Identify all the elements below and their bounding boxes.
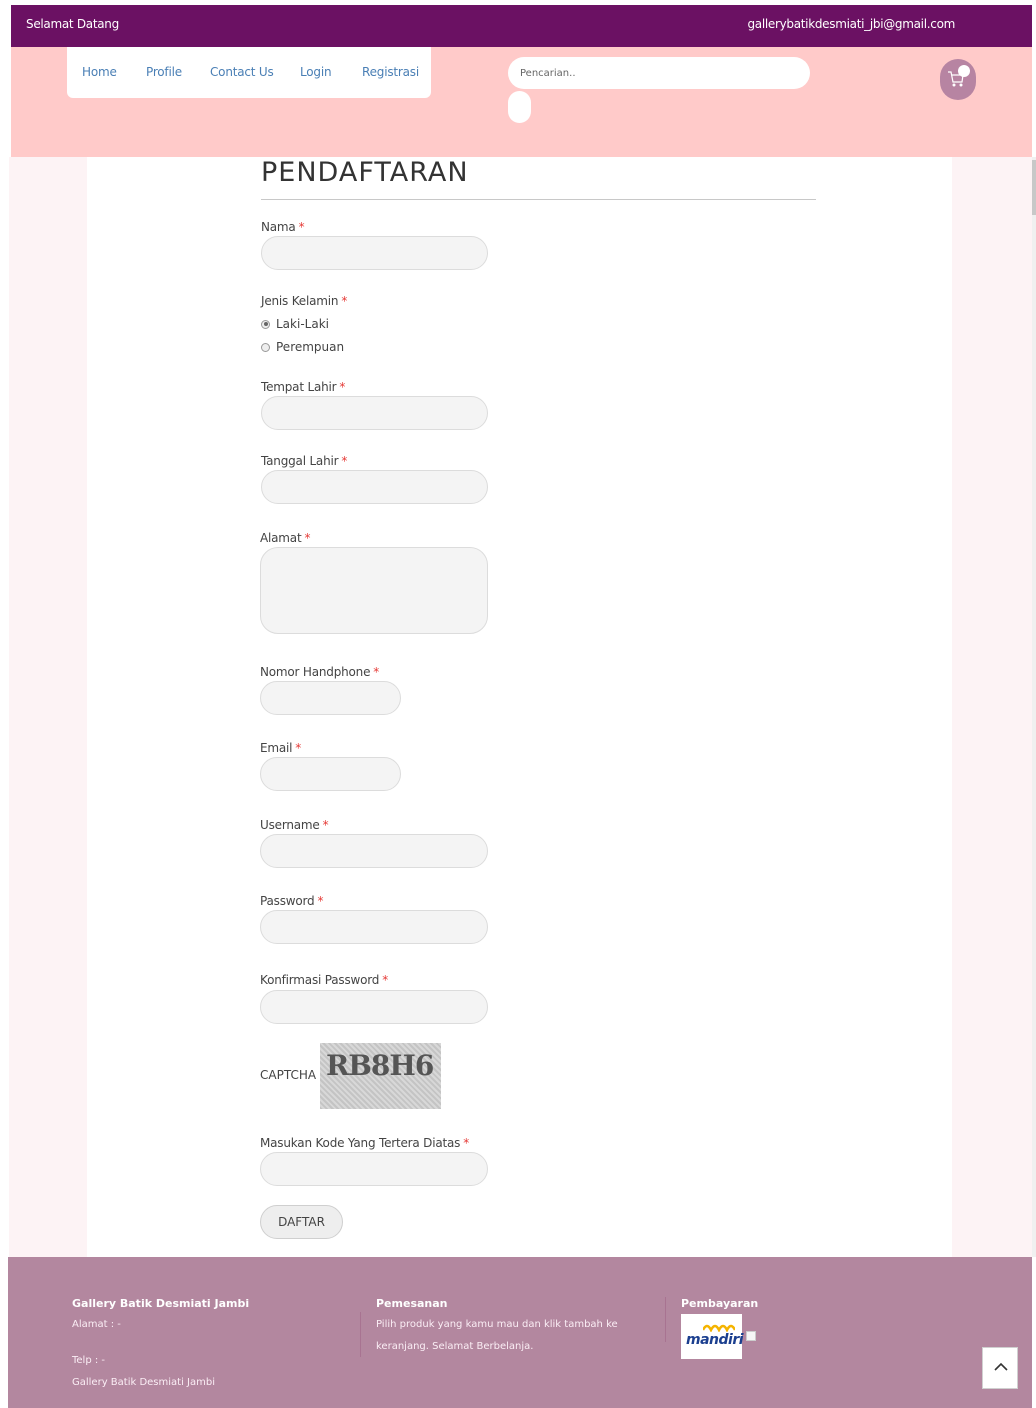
username-input[interactable] [260,834,488,868]
tempat-lahir-input[interactable] [261,396,488,430]
page-title: PENDAFTARAN [261,157,469,188]
footer-divider-1 [360,1312,361,1357]
password-input[interactable] [260,910,488,944]
radio-perempuan[interactable] [261,342,270,352]
footer-name: Gallery Batik Desmiati Jambi [72,1377,215,1388]
search-button[interactable] [508,91,531,123]
scrollbar-thumb[interactable] [1032,160,1036,215]
mandiri-logo-text: mandiri [686,1332,744,1348]
main-nav: Home Profile Contact Us Login Registrasi [67,47,431,98]
gender-option-laki[interactable]: Laki-Laki [261,317,329,331]
tanggal-lahir-input[interactable] [261,470,488,504]
nav-home-link[interactable]: Home [82,65,117,79]
email-label: Email * [260,741,302,755]
decorative-background-left [9,157,87,1257]
nav-registrasi-link[interactable]: Registrasi [362,65,419,79]
search-input[interactable] [508,57,810,89]
cart-badge [958,65,970,77]
contact-email: gallerybatikdesmiati_jbi@gmail.com [747,17,955,31]
alamat-label: Alamat * [260,531,311,545]
footer-pemesanan-line1: Pilih produk yang kamu mau dan klik tamb… [376,1319,618,1330]
nav-contact-link[interactable]: Contact Us [210,65,274,79]
chevron-up-icon [994,1362,1008,1371]
gender-label: Jenis Kelamin * [261,294,348,308]
konfirmasi-password-label: Konfirmasi Password * [260,973,389,987]
footer-col2-title: Pemesanan [376,1297,448,1310]
site-header: Home Profile Contact Us Login Registrasi [11,47,1032,157]
captcha-label: CAPTCHA : [260,1068,324,1082]
footer-col3-title: Pembayaran [681,1297,759,1310]
footer-alamat: Alamat : - [72,1319,121,1330]
gender-option-perempuan[interactable]: Perempuan [261,340,344,354]
nav-login-link[interactable]: Login [300,65,332,79]
username-label: Username * [260,818,329,832]
tempat-lahir-label: Tempat Lahir * [261,380,346,394]
radio-laki-label: Laki-Laki [276,317,329,331]
daftar-button[interactable]: DAFTAR [260,1205,343,1239]
footer-divider-2 [665,1297,666,1342]
kode-label: Masukan Kode Yang Tertera Diatas * [260,1136,470,1150]
captcha-text: RB8H6 [326,1049,434,1082]
welcome-text: Selamat Datang [26,17,119,31]
title-divider [261,199,816,200]
password-label: Password * [260,894,324,908]
alamat-textarea[interactable] [260,547,488,634]
kode-input[interactable] [260,1152,488,1186]
radio-laki[interactable] [261,319,270,329]
decorative-background-right [952,157,1032,1257]
broken-image-icon [746,1331,756,1341]
radio-perempuan-label: Perempuan [276,340,345,354]
tanggal-lahir-label: Tanggal Lahir * [261,454,348,468]
back-to-top-button[interactable] [982,1347,1018,1389]
footer-pemesanan-line2: keranjang. Selamat Berbelanja. [376,1341,534,1352]
cart-button[interactable] [940,59,976,100]
konfirmasi-password-input[interactable] [260,990,488,1024]
footer-telp: Telp : - [72,1355,106,1366]
top-bar: Selamat Datang gallerybatikdesmiati_jbi@… [11,5,1032,47]
mandiri-logo: mandiri [681,1314,744,1359]
email-input[interactable] [260,757,401,791]
handphone-input[interactable] [260,681,401,715]
footer-col1-title: Gallery Batik Desmiati Jambi [72,1297,250,1310]
nama-label: Nama * [261,220,305,234]
nama-input[interactable] [261,236,488,270]
captcha-image: RB8H6 [320,1043,441,1109]
scrollbar[interactable] [1032,157,1036,1257]
handphone-label: Nomor Handphone * [260,665,380,679]
nav-profile-link[interactable]: Profile [146,65,182,79]
site-footer: Gallery Batik Desmiati Jambi Alamat : - … [8,1257,1032,1408]
